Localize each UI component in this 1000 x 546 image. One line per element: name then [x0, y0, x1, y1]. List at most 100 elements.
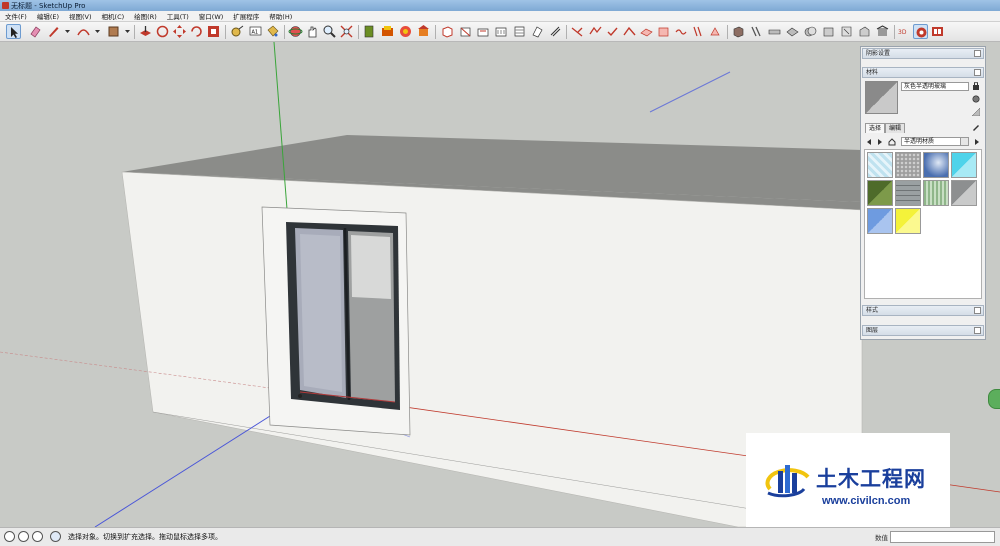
measurements-box[interactable]: [890, 531, 995, 543]
material-swatch[interactable]: [923, 152, 949, 178]
forward-arrow-icon[interactable]: [876, 138, 884, 146]
materials-header[interactable]: 材料: [862, 67, 984, 78]
styles-header[interactable]: 样式: [862, 305, 984, 316]
lock-icon[interactable]: [972, 81, 980, 90]
library-select[interactable]: 半透明材质: [901, 137, 969, 146]
material-swatch[interactable]: [895, 208, 921, 234]
pan-icon[interactable]: [305, 24, 320, 39]
pencil-dropdown-icon[interactable]: [60, 24, 75, 39]
zoom-icon[interactable]: [322, 24, 337, 39]
credits-icon[interactable]: [18, 531, 29, 542]
tape-measure-icon[interactable]: [230, 24, 245, 39]
orbit-icon[interactable]: [288, 24, 303, 39]
warehouse-icon[interactable]: [416, 24, 431, 39]
select-tool-icon[interactable]: [6, 24, 21, 39]
drape-icon[interactable]: [622, 24, 637, 39]
rectangle-icon[interactable]: [106, 24, 121, 39]
menu-help[interactable]: 帮助(H): [264, 11, 297, 21]
material-swatch[interactable]: [895, 180, 921, 206]
split-icon[interactable]: [785, 24, 800, 39]
share-component-icon[interactable]: 3D: [897, 24, 912, 39]
flip-edge-icon[interactable]: [656, 24, 671, 39]
outer-shell-icon[interactable]: [767, 24, 782, 39]
paint-bucket-icon[interactable]: [265, 24, 280, 39]
eraser-icon[interactable]: [28, 24, 43, 39]
solid-tools-icon[interactable]: [731, 24, 746, 39]
current-material-preview[interactable]: [865, 81, 898, 114]
union-icon[interactable]: [803, 24, 818, 39]
left-view-icon[interactable]: [530, 24, 545, 39]
side-tab-icon[interactable]: [988, 389, 1000, 409]
menu-extensions[interactable]: 扩展程序: [228, 11, 264, 21]
sample-paint-icon[interactable]: [972, 123, 980, 131]
material-swatch[interactable]: [867, 180, 893, 206]
chevron-down-icon[interactable]: [960, 138, 968, 145]
arc-icon[interactable]: [76, 24, 91, 39]
expand-icon[interactable]: [974, 327, 981, 334]
expand-icon[interactable]: [974, 50, 981, 57]
text-icon[interactable]: A1: [248, 24, 263, 39]
zoom-extents-icon[interactable]: [339, 24, 354, 39]
geo-location-icon[interactable]: [4, 531, 15, 542]
menu-draw[interactable]: 绘图(R): [129, 11, 162, 21]
menu-file[interactable]: 文件(F): [0, 11, 32, 21]
subtract-icon[interactable]: [821, 24, 836, 39]
menu-camera[interactable]: 相机(C): [97, 11, 130, 21]
create-material-icon[interactable]: [972, 95, 980, 103]
arc-dropdown-icon[interactable]: [90, 24, 105, 39]
solid-trim-icon[interactable]: [708, 24, 723, 39]
layout-icon[interactable]: [930, 24, 945, 39]
intersect-icon[interactable]: [749, 24, 764, 39]
solid-subtract-icon[interactable]: [691, 24, 706, 39]
solid-union-icon[interactable]: [674, 24, 689, 39]
collapse-icon[interactable]: [974, 69, 981, 76]
follow-me-icon[interactable]: [155, 24, 170, 39]
smoove-icon[interactable]: [588, 24, 603, 39]
ruby-console-icon[interactable]: [913, 24, 928, 39]
watermark-title: 土木工程网: [816, 467, 926, 491]
help-icon[interactable]: [50, 531, 61, 542]
home-icon[interactable]: [888, 138, 896, 146]
iso-view-icon[interactable]: [440, 24, 455, 39]
pencil-icon[interactable]: [46, 24, 61, 39]
stamp-icon[interactable]: [605, 24, 620, 39]
material-swatch[interactable]: [867, 208, 893, 234]
default-material-icon[interactable]: [971, 107, 981, 117]
details-arrow-icon[interactable]: [973, 138, 981, 146]
material-name-field[interactable]: 灰色半透明玻璃: [901, 82, 969, 91]
section-plane-icon[interactable]: [548, 24, 563, 39]
front-view-icon[interactable]: [476, 24, 491, 39]
scale-icon[interactable]: [206, 24, 221, 39]
material-swatch[interactable]: [951, 152, 977, 178]
tab-select[interactable]: 选择: [865, 123, 886, 133]
top-view-icon[interactable]: [458, 24, 473, 39]
menu-edit[interactable]: 编辑(E): [32, 11, 64, 21]
right-view-icon[interactable]: [494, 24, 509, 39]
push-pull-icon[interactable]: [138, 24, 153, 39]
tab-edit[interactable]: 编辑: [885, 123, 906, 133]
material-swatch[interactable]: [951, 180, 977, 206]
split-solid-icon[interactable]: [857, 24, 872, 39]
material-swatch[interactable]: [895, 152, 921, 178]
materials-icon[interactable]: [380, 24, 395, 39]
move-icon[interactable]: [172, 24, 187, 39]
back-arrow-icon[interactable]: [865, 138, 873, 146]
material-swatch[interactable]: [867, 152, 893, 178]
add-detail-icon[interactable]: [639, 24, 654, 39]
sandbox-icon[interactable]: [570, 24, 585, 39]
trim-icon[interactable]: [839, 24, 854, 39]
rectangle-dropdown-icon[interactable]: [120, 24, 135, 39]
menu-window[interactable]: 窗口(W): [194, 11, 229, 21]
menu-tools[interactable]: 工具(T): [162, 11, 194, 21]
components-icon[interactable]: [362, 24, 377, 39]
expand-icon[interactable]: [974, 307, 981, 314]
material-swatch[interactable]: [923, 180, 949, 206]
layers-header[interactable]: 图层: [862, 325, 984, 336]
menu-view[interactable]: 视图(V): [64, 11, 97, 21]
user-icon[interactable]: [32, 531, 43, 542]
styles-icon[interactable]: [398, 24, 413, 39]
shadow-settings-header[interactable]: 阴影设置: [862, 48, 984, 59]
extension-warehouse-icon[interactable]: [875, 24, 890, 39]
back-view-icon[interactable]: [512, 24, 527, 39]
rotate-icon[interactable]: [189, 24, 204, 39]
